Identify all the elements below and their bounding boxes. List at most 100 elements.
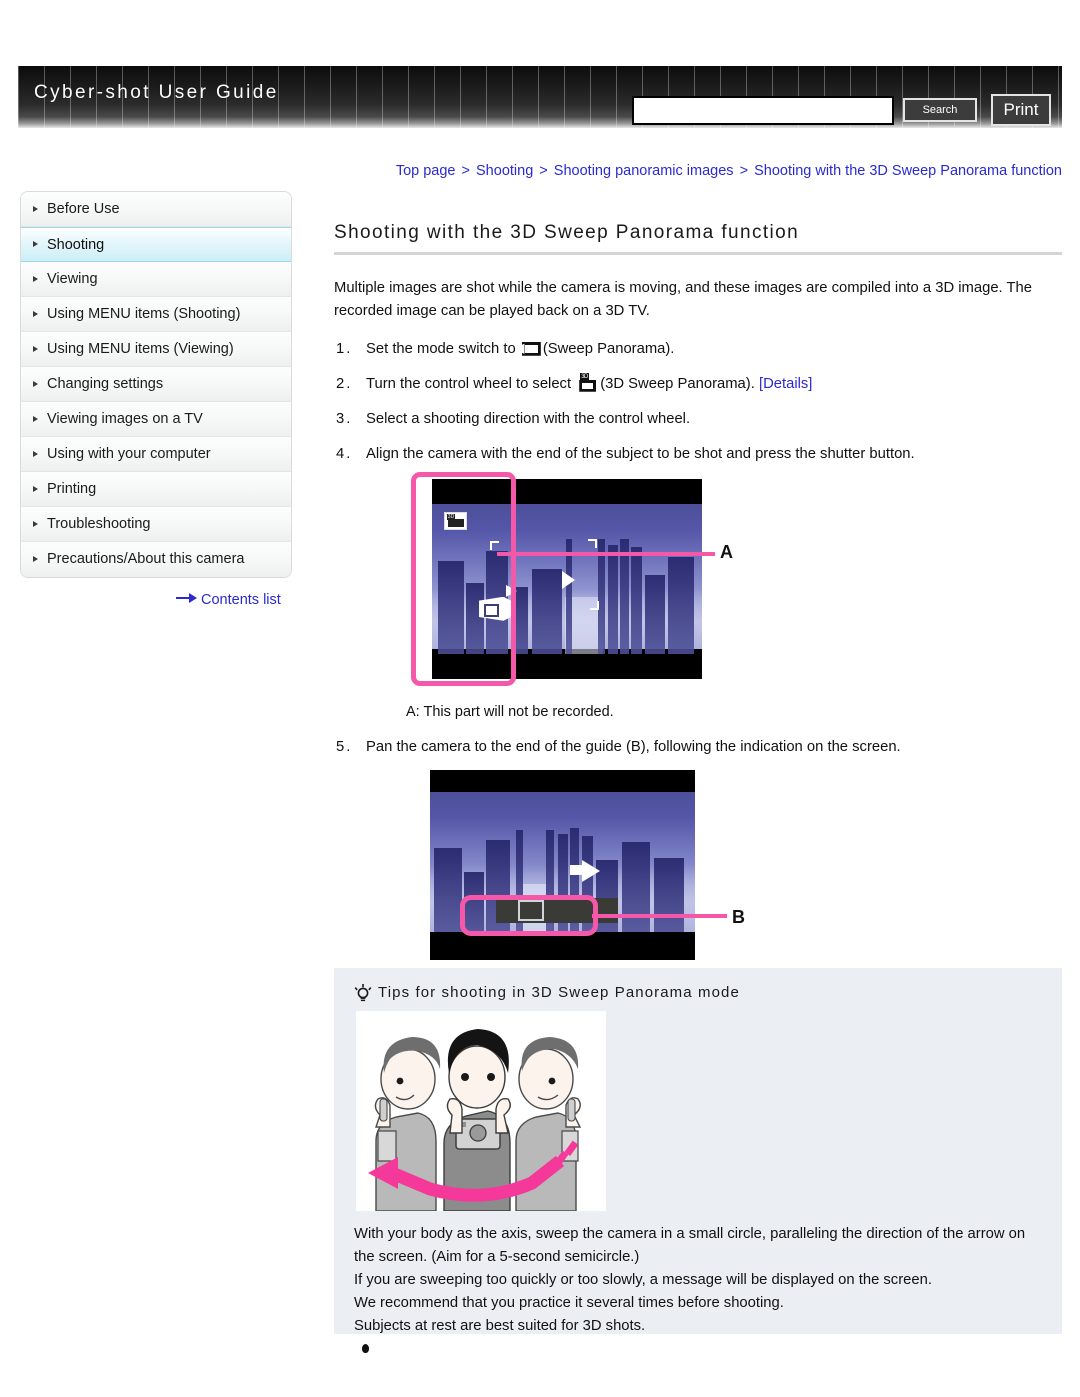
- sidebar-item-troubleshooting[interactable]: Troubleshooting: [21, 507, 291, 542]
- sidebar-item-label: Changing settings: [47, 376, 164, 392]
- search-button[interactable]: Search: [903, 98, 977, 122]
- tips-heading-label: Tips for shooting in 3D Sweep Panorama m…: [378, 984, 740, 1001]
- 3d-sweep-panorama-icon: 3D: [577, 372, 598, 392]
- sweep-panorama-icon-inner: [524, 344, 538, 353]
- sidebar-item-label: Precautions/About this camera: [47, 551, 245, 567]
- sidebar-item-label: Viewing: [47, 271, 98, 287]
- step-text: Turn the control wheel to select: [366, 375, 572, 392]
- step-2: 2. Turn the control wheel to select 3D (3…: [334, 372, 1062, 395]
- step-text-after: (3D Sweep Panorama).: [600, 375, 755, 392]
- triangle-right-icon: [33, 556, 38, 562]
- sidebar-item-viewing-on-tv[interactable]: Viewing images on a TV: [21, 402, 291, 437]
- sidebar-item-using-computer[interactable]: Using with your computer: [21, 437, 291, 472]
- step-5: 5. Pan the camera to the end of the guide…: [334, 736, 1062, 965]
- step-number: 1.: [336, 340, 353, 357]
- triangle-right-icon: [33, 345, 38, 352]
- letterbox-bottom: [430, 931, 695, 960]
- tips-panel: Tips for shooting in 3D Sweep Panorama m…: [334, 968, 1062, 1353]
- search-input[interactable]: [632, 96, 894, 125]
- tips-line: We recommend that you practice it severa…: [354, 1295, 784, 1311]
- step-number: 4.: [336, 445, 353, 462]
- details-link[interactable]: [Details]: [759, 376, 812, 392]
- breadcrumb-item-top-page[interactable]: Top page: [396, 163, 456, 179]
- letterbox-top: [430, 769, 695, 792]
- breadcrumb: Top page > Shooting > Shooting panoramic…: [0, 163, 1062, 179]
- 3d-badge-icon: 3D: [580, 372, 589, 381]
- sweep-panorama-icon-inner: [582, 382, 594, 389]
- triangle-right-icon: [33, 415, 38, 422]
- page-title: Shooting with the 3D Sweep Panorama func…: [334, 222, 800, 243]
- step-text: Pan the camera to the end of the guide (…: [366, 738, 901, 755]
- figure-label-b: B: [732, 906, 745, 927]
- sidebar-item-label: Using MENU items (Shooting): [47, 306, 241, 322]
- sweep-technique-drawing: [368, 1029, 582, 1211]
- sidebar-item-label: Viewing images on a TV: [47, 411, 203, 427]
- triangle-right-icon: [33, 520, 38, 527]
- sidebar-item-menu-shooting[interactable]: Using MENU items (Shooting): [21, 297, 291, 332]
- breadcrumb-item-shooting[interactable]: Shooting: [476, 163, 533, 179]
- breadcrumb-separator: >: [461, 163, 470, 179]
- breadcrumb-item-panoramic[interactable]: Shooting panoramic images: [554, 163, 734, 179]
- figure-shooting-start: 3D A: [402, 471, 742, 689]
- lightbulb-icon: [354, 984, 372, 1002]
- sidebar-nav: Before Use Shooting Viewing Using MENU i…: [20, 191, 292, 578]
- af-frame-corner: [588, 538, 597, 548]
- breadcrumb-separator: >: [739, 163, 749, 179]
- triangle-right-icon: [33, 485, 38, 492]
- sidebar-item-precautions[interactable]: Precautions/About this camera: [21, 542, 291, 577]
- bullet-marker-icon: [362, 1344, 369, 1353]
- tips-illustration: [356, 1011, 606, 1211]
- step-1: 1. Set the mode switch to (Sweep Panorama…: [334, 338, 1062, 360]
- triangle-right-icon: [33, 380, 38, 387]
- sweep-panorama-icon: [521, 341, 541, 356]
- figure-label-a: A: [720, 541, 733, 562]
- steps-list: 1. Set the mode switch to (Sweep Panorama…: [334, 338, 1062, 965]
- sidebar-item-label: Shooting: [47, 237, 105, 253]
- app-title: Cyber-shot User Guide: [34, 82, 279, 103]
- tips-line: If you are sweeping too quickly or too s…: [354, 1272, 932, 1288]
- sidebar-item-changing-settings[interactable]: Changing settings: [21, 367, 291, 402]
- triangle-right-icon: [33, 241, 38, 247]
- highlight-frame-a: [411, 471, 516, 686]
- sidebar-item-label: Using MENU items (Viewing): [47, 341, 234, 357]
- step-text: Select a shooting direction with the con…: [366, 410, 691, 427]
- sidebar-item-viewing[interactable]: Viewing: [21, 262, 291, 297]
- sidebar-item-label: Before Use: [47, 201, 120, 217]
- sidebar-item-shooting[interactable]: Shooting: [21, 227, 291, 262]
- tips-line: With your body as the axis, sweep the ca…: [354, 1226, 1026, 1265]
- step-number: 2.: [336, 375, 353, 392]
- contents-list-label: Contents list: [201, 592, 281, 608]
- breadcrumb-item-current[interactable]: Shooting with the 3D Sweep Panorama func…: [754, 163, 1062, 179]
- figure-panning-guide: B: [402, 769, 762, 965]
- step-text-after: (Sweep Panorama).: [542, 340, 675, 357]
- step-3: 3. Select a shooting direction with the c…: [334, 408, 1062, 430]
- tips-body-text: With your body as the axis, sweep the ca…: [354, 1223, 1044, 1361]
- sidebar-item-menu-viewing[interactable]: Using MENU items (Viewing): [21, 332, 291, 367]
- contents-list-link[interactable]: Contents list: [176, 592, 281, 608]
- breadcrumb-separator: >: [539, 163, 548, 179]
- figure-caption-a: A: This part will not be recorded.: [406, 703, 614, 720]
- intro-paragraph: Multiple images are shot while the camer…: [334, 280, 1032, 319]
- step-4: 4. Align the camera with the end of the s…: [334, 443, 1062, 723]
- arrow-right-icon: [176, 593, 198, 603]
- sidebar-item-printing[interactable]: Printing: [21, 472, 291, 507]
- step-number: 3.: [336, 410, 353, 427]
- triangle-right-icon: [33, 310, 38, 317]
- step-number: 5.: [336, 738, 353, 755]
- direction-arrow-icon: [582, 859, 600, 882]
- title-divider: [334, 252, 1062, 255]
- triangle-right-icon: [33, 450, 38, 457]
- triangle-right-icon: [33, 275, 38, 282]
- print-button[interactable]: Print: [991, 94, 1051, 126]
- leader-line-b: [592, 913, 727, 918]
- sidebar-item-label: Troubleshooting: [47, 516, 151, 532]
- af-frame-corner: [590, 600, 599, 610]
- step-text: Align the camera with the end of the sub…: [366, 445, 915, 462]
- triangle-right-icon: [33, 205, 38, 212]
- person-center-with-camera: [443, 1029, 511, 1211]
- main-content: Shooting with the 3D Sweep Panorama func…: [334, 191, 1062, 978]
- highlight-frame-b: [460, 894, 598, 936]
- tips-line: Subjects at rest are best suited for 3D …: [354, 1318, 646, 1334]
- step-text: Set the mode switch to: [366, 340, 516, 357]
- sidebar-item-before-use[interactable]: Before Use: [21, 192, 291, 227]
